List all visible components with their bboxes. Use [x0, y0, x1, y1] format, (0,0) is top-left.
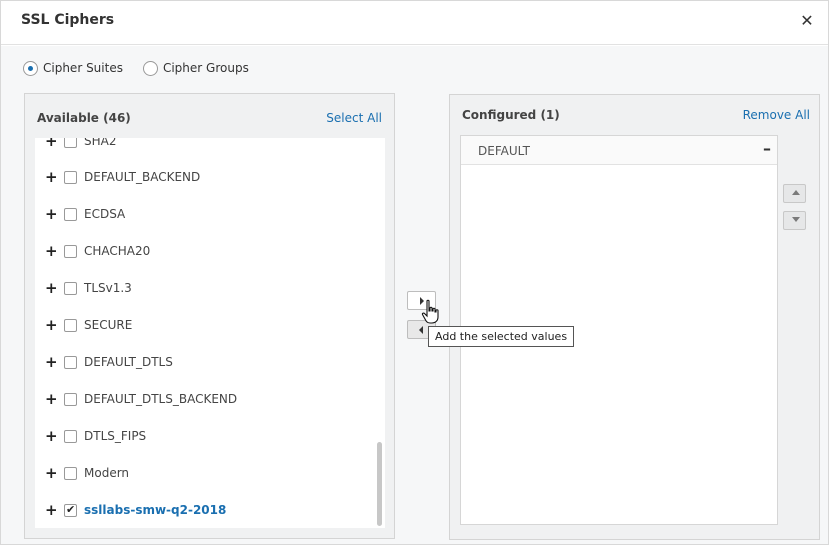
list-item[interactable]: + DTLS_FIPS [35, 424, 375, 448]
list-item[interactable]: + ECDSA [35, 202, 375, 226]
list-item[interactable]: + CHACHA20 [35, 239, 375, 263]
radio-button-checked[interactable] [23, 60, 38, 76]
hand-cursor-icon [421, 299, 439, 324]
radio-label: Cipher Groups [162, 61, 249, 75]
list-item[interactable]: + SECURE [35, 313, 375, 337]
item-checkbox[interactable] [64, 170, 77, 184]
arrow-up-icon [792, 190, 800, 195]
remove-all-link[interactable]: Remove All [743, 108, 810, 122]
item-checkbox[interactable] [64, 355, 77, 369]
expand-plus-icon[interactable]: + [45, 138, 58, 149]
expand-plus-icon[interactable]: + [45, 392, 58, 407]
item-checkbox[interactable] [64, 318, 77, 332]
item-checkbox[interactable] [64, 429, 77, 443]
expand-plus-icon[interactable]: + [45, 503, 58, 518]
arrow-down-icon [792, 217, 800, 222]
configured-panel: Configured (1) Remove All DEFAULT – [449, 94, 820, 540]
item-label: Modern [84, 466, 130, 480]
dialog-title: SSL Ciphers [21, 12, 115, 28]
item-label: ssllabs-smw-q2-2018 [84, 503, 227, 517]
item-label: DEFAULT_DTLS [84, 355, 173, 369]
item-checkbox[interactable] [64, 503, 77, 517]
dialog-header: SSL Ciphers ✕ [1, 1, 828, 45]
item-label: DEFAULT_DTLS_BACKEND [84, 392, 238, 406]
expand-plus-icon[interactable]: + [45, 207, 58, 222]
item-label: SHA2 [84, 138, 117, 148]
expand-plus-icon[interactable]: + [45, 318, 58, 333]
expand-plus-icon[interactable]: + [45, 281, 58, 296]
select-all-link[interactable]: Select All [326, 111, 382, 125]
list-item[interactable]: + TLSv1.3 [35, 276, 375, 300]
item-label: DTLS_FIPS [84, 429, 147, 443]
available-title: Available (46) [37, 111, 131, 125]
close-icon[interactable]: ✕ [797, 11, 817, 31]
list-item[interactable]: + ssllabs-smw-q2-2018 [35, 498, 375, 522]
move-up-button[interactable] [783, 184, 806, 203]
item-checkbox[interactable] [64, 207, 77, 221]
item-label: SECURE [84, 318, 133, 332]
item-checkbox[interactable] [64, 244, 77, 258]
expand-plus-icon[interactable]: + [45, 429, 58, 444]
list-item[interactable]: + Modern [35, 461, 375, 485]
item-label: CHACHA20 [84, 244, 151, 258]
radio-button[interactable] [142, 60, 158, 76]
minus-icon[interactable]: – [763, 139, 771, 158]
item-label: ECDSA [84, 207, 126, 221]
configured-item-label: DEFAULT [478, 144, 530, 158]
list-item[interactable]: + DEFAULT_BACKEND [35, 165, 375, 189]
radio-label: Cipher Suites [43, 61, 123, 75]
item-checkbox[interactable] [64, 281, 77, 295]
radio-cipher-suites[interactable]: Cipher Suites [23, 60, 123, 76]
expand-plus-icon[interactable]: + [45, 355, 58, 370]
expand-plus-icon[interactable]: + [45, 466, 58, 481]
list-item[interactable]: DEFAULT – [461, 136, 777, 165]
mode-radio-group: Cipher Suites Cipher Groups [23, 59, 269, 77]
item-label: DEFAULT_BACKEND [84, 170, 201, 184]
list-item[interactable]: + SHA2 [35, 138, 375, 153]
scrollbar-thumb[interactable] [377, 442, 382, 526]
arrow-left-icon [419, 326, 423, 334]
item-checkbox[interactable] [64, 392, 77, 406]
configured-title: Configured (1) [462, 108, 560, 122]
list-item[interactable]: + DEFAULT_DTLS_BACKEND [35, 387, 375, 411]
move-down-button[interactable] [783, 211, 806, 230]
ssl-ciphers-dialog: SSL Ciphers ✕ Cipher Suites Cipher Group… [0, 0, 829, 545]
radio-cipher-groups[interactable]: Cipher Groups [142, 60, 249, 76]
available-panel: Available (46) Select All + ssllabs-smw-q… [24, 93, 395, 539]
list-item[interactable]: + DEFAULT_DTLS [35, 350, 375, 374]
available-list[interactable]: + ssllabs-smw-q2-2018 + Modern + DTLS_FIPS + DE… [35, 138, 385, 528]
tooltip: Add the selected values [428, 326, 575, 347]
item-checkbox[interactable] [64, 466, 77, 480]
item-checkbox[interactable] [64, 138, 77, 148]
expand-plus-icon[interactable]: + [45, 244, 58, 259]
expand-plus-icon[interactable]: + [45, 170, 58, 185]
item-label: TLSv1.3 [84, 281, 132, 295]
